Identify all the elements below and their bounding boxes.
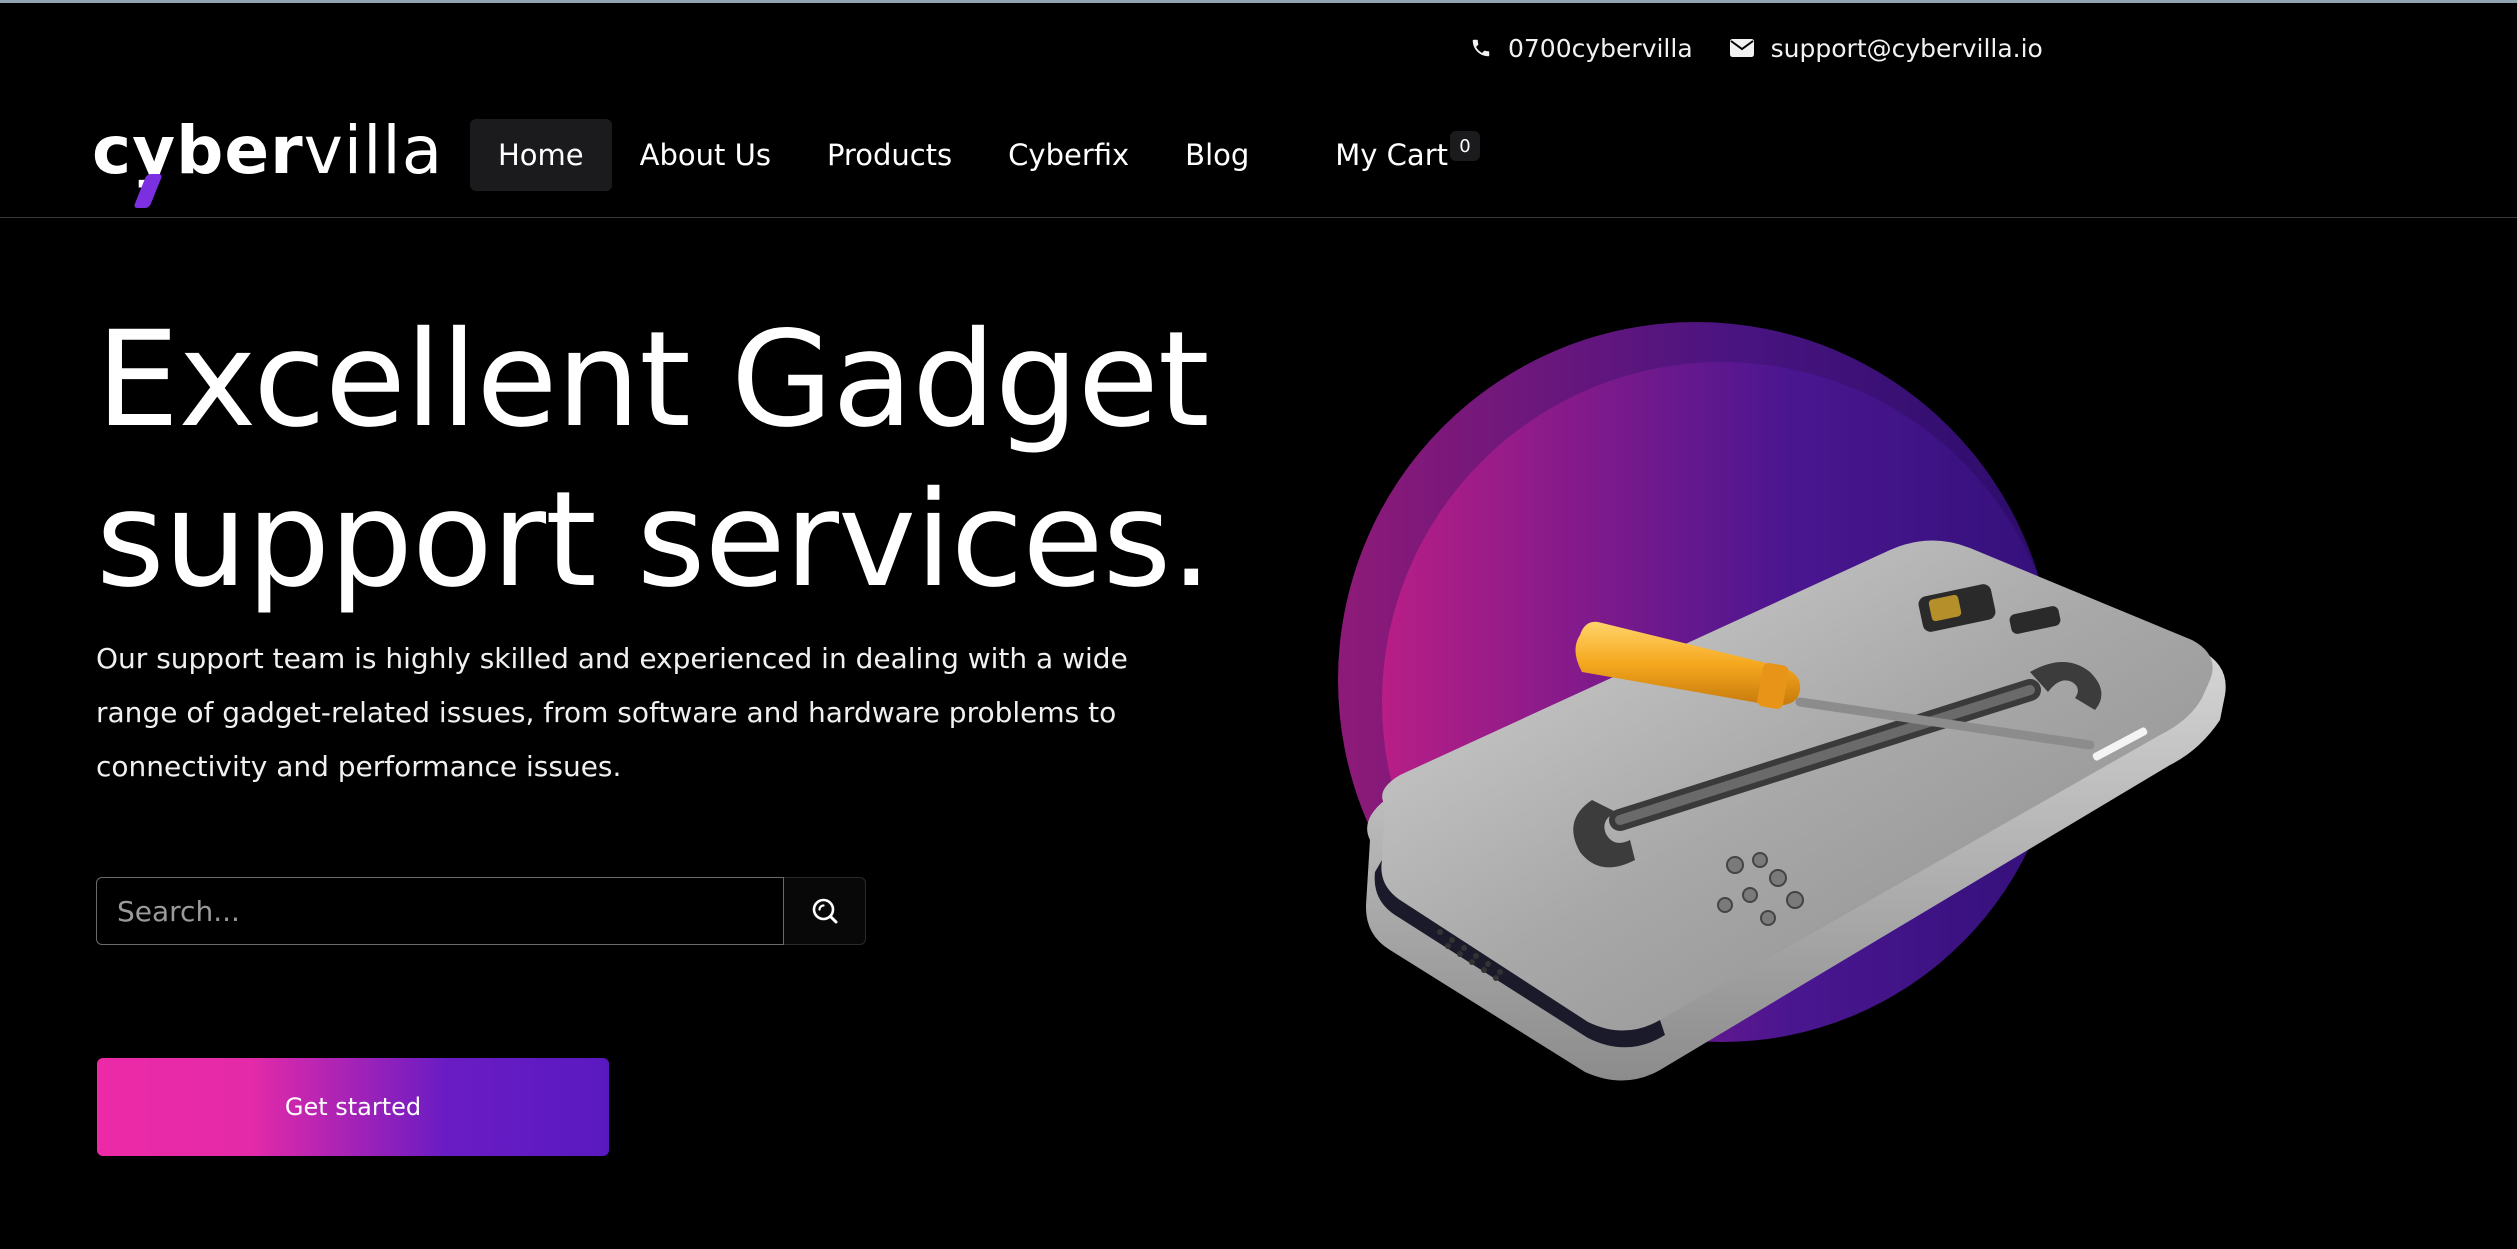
get-started-button[interactable]: Get started [97, 1058, 609, 1156]
phone-number: 0700cybervilla [1508, 33, 1693, 63]
contact-bar: 0700cybervilla support@cybervilla.io [1470, 28, 2043, 68]
logo-wordmark: cybervilla [92, 118, 443, 184]
nav-item-products[interactable]: Products [799, 119, 980, 191]
nav-item-my-cart[interactable]: My Cart 0 [1307, 119, 1480, 191]
hero-title: Excellent Gadget support services. [96, 300, 1276, 620]
email-address: support@cybervilla.io [1770, 33, 2043, 63]
phone-icon [1472, 39, 1490, 57]
nav-item-blog[interactable]: Blog [1157, 119, 1277, 191]
brand-logo[interactable]: cybervilla TM [92, 118, 510, 208]
top-border [0, 0, 2517, 3]
nav-item-home[interactable]: Home [470, 119, 612, 191]
phone-link[interactable]: 0700cybervilla [1470, 34, 1693, 63]
nav-item-cyberfix[interactable]: Cyberfix [980, 119, 1157, 191]
search-bar [96, 877, 866, 945]
logo-word-light: villa [303, 112, 444, 189]
site-header: cybervilla TM Home About Us Products Cyb… [0, 100, 2517, 218]
search-input[interactable] [96, 877, 784, 945]
main-nav: Home About Us Products Cyberfix Blog My … [470, 119, 1480, 191]
page: 0700cybervilla support@cybervilla.io cyb… [0, 0, 2517, 1249]
cart-label: My Cart [1335, 138, 1448, 172]
logo-word-bold: cyber [92, 112, 304, 189]
cart-count-badge: 0 [1450, 131, 1480, 161]
phone-repair-illustration [1338, 322, 2226, 1081]
envelope-icon [1729, 39, 1754, 57]
hero-title-line-1: Excellent Gadget [96, 303, 1210, 457]
nav-item-about-us[interactable]: About Us [612, 119, 799, 191]
hero-title-line-2: support services. [96, 463, 1212, 617]
hero-description: Our support team is highly skilled and e… [96, 642, 1128, 783]
email-link[interactable]: support@cybervilla.io [1729, 34, 2043, 63]
search-icon [812, 898, 837, 924]
search-button[interactable] [784, 877, 866, 945]
